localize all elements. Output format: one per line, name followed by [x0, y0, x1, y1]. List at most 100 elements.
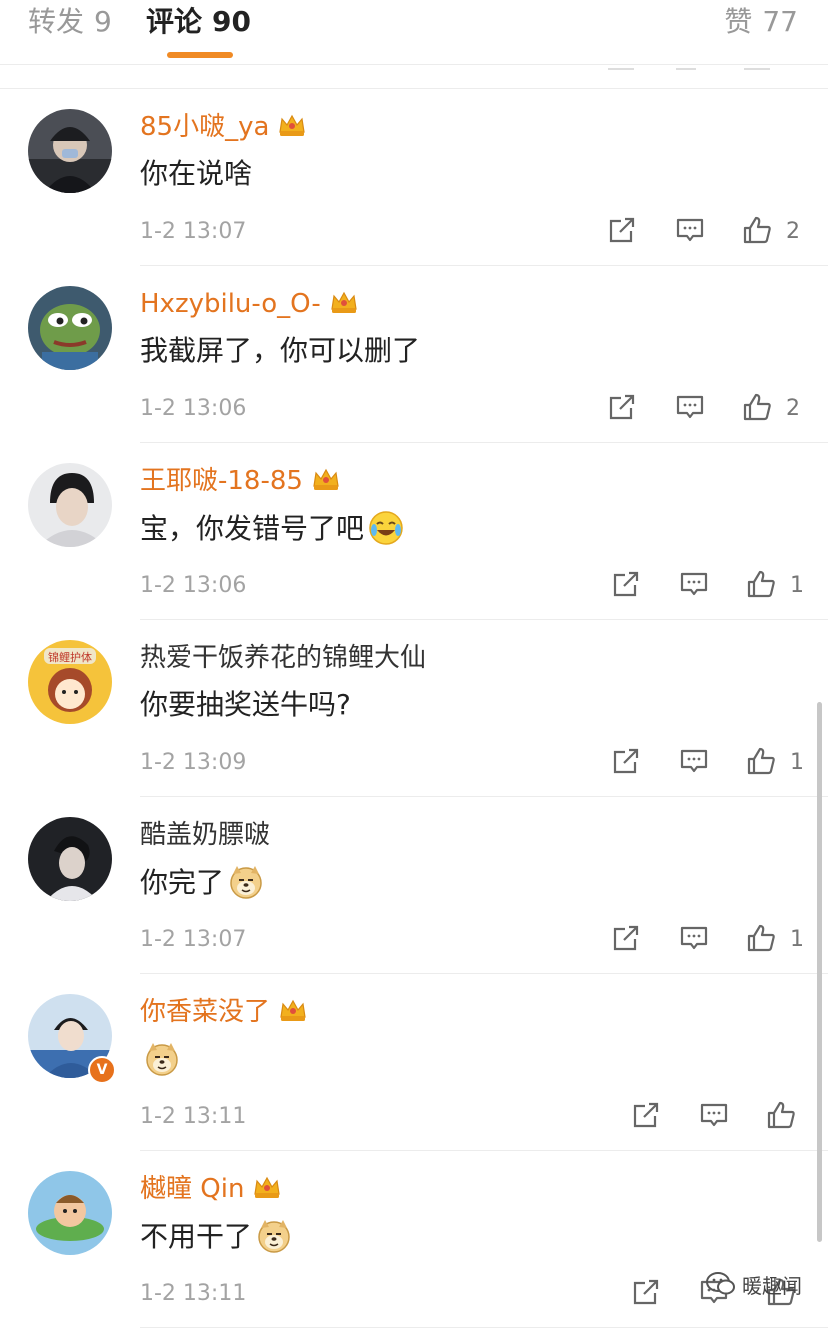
tab-like[interactable]: 赞 77	[724, 6, 798, 38]
like-icon[interactable]	[746, 923, 776, 953]
comment-item: 王耶啵-18-85 宝，你发错号了吧 1-2 13:06 1	[0, 443, 828, 620]
comment-text: 我截屏了，你可以删了	[140, 333, 420, 369]
previous-row-edge	[608, 62, 634, 70]
commenter-name-text: 樾瞳 Qin	[140, 1174, 245, 1204]
commenter-name[interactable]: 热爱干饭养花的锦鲤大仙	[140, 642, 426, 674]
comment-text: 你在说啥	[140, 156, 252, 192]
commenter-name[interactable]: 85小啵_ya	[140, 111, 307, 143]
comment-text: 你要抽奖送牛吗?	[140, 687, 351, 723]
avatar[interactable]	[28, 1171, 112, 1255]
share-icon[interactable]	[631, 1100, 661, 1130]
verified-badge: V	[88, 1056, 116, 1084]
tab-comment-label: 评论	[146, 5, 203, 38]
comment-text-content: 你完了	[140, 866, 225, 899]
comment-item: V 你香菜没了 1-2 13:11	[0, 974, 828, 1151]
commenter-name[interactable]: 你香菜没了	[140, 996, 308, 1028]
share-icon[interactable]	[607, 392, 637, 422]
doge-emoji	[146, 1043, 178, 1076]
active-tab-indicator	[167, 52, 233, 58]
comment-time: 1-2 13:07	[140, 927, 247, 952]
commenter-name-text: 你香菜没了	[140, 997, 271, 1027]
tab-bar: 转发 9 评论 90 赞 77	[0, 0, 828, 65]
avatar[interactable]	[28, 463, 112, 547]
watermark: 暖趣闻	[706, 1266, 802, 1302]
commenter-name[interactable]: 王耶啵-18-85	[140, 465, 341, 497]
comment-text	[140, 1041, 180, 1078]
tab-repost-count: 9	[94, 5, 112, 38]
share-icon[interactable]	[631, 1277, 661, 1307]
like-icon[interactable]	[746, 746, 776, 776]
share-icon[interactable]	[611, 923, 641, 953]
like-count: 1	[790, 573, 804, 598]
avatar-image	[28, 109, 112, 193]
reply-icon[interactable]	[679, 569, 709, 599]
like-count: 1	[790, 750, 804, 775]
commenter-name-text: 酷盖奶膘啵	[140, 820, 271, 850]
like-count: 2	[786, 219, 800, 244]
reply-icon[interactable]	[679, 923, 709, 953]
commenter-name[interactable]: 樾瞳 Qin	[140, 1173, 282, 1205]
like-icon[interactable]	[766, 1100, 796, 1130]
comment-time: 1-2 13:09	[140, 750, 247, 775]
member-crown-icon	[331, 291, 357, 313]
comment-item: 85小啵_ya 你在说啥 1-2 13:07 2	[0, 89, 828, 266]
like-count: 1	[790, 927, 804, 952]
comment-time: 1-2 13:06	[140, 573, 247, 598]
avatar-image	[28, 286, 112, 370]
comment-text-content: 宝，你发错号了吧	[140, 512, 365, 545]
laughing-tears-emoji	[369, 511, 403, 545]
commenter-name-text: Hxzybilu-o_O-	[140, 289, 321, 319]
reply-icon[interactable]	[675, 215, 705, 245]
comment-time: 1-2 13:11	[140, 1281, 247, 1306]
tab-like-count: 77	[762, 5, 798, 38]
comment-item: Hxzybilu-o_O- 我截屏了，你可以删了 1-2 13:06 2	[0, 266, 828, 443]
previous-row-edge	[676, 62, 696, 70]
member-crown-icon	[313, 468, 339, 490]
comment-text: 不用干了	[140, 1218, 292, 1255]
scrollbar[interactable]	[817, 702, 822, 1242]
member-crown-icon	[279, 114, 306, 136]
share-icon[interactable]	[611, 569, 641, 599]
like-icon[interactable]	[742, 392, 772, 422]
avatar[interactable]	[28, 286, 112, 370]
reply-icon[interactable]	[679, 746, 709, 776]
like-icon[interactable]	[746, 569, 776, 599]
comment-time: 1-2 13:11	[140, 1104, 247, 1129]
comment-text-content: 我截屏了，你可以删了	[140, 334, 421, 367]
avatar-caption: 锦鲤护体	[48, 650, 92, 664]
comment-item: 酷盖奶膘啵 你完了 1-2 13:07 1	[0, 797, 828, 974]
comment-item: 樾瞳 Qin 不用干了 1-2 13:11	[0, 1151, 828, 1328]
like-icon[interactable]	[742, 215, 772, 245]
doge-emoji	[230, 866, 262, 899]
reply-icon[interactable]	[699, 1100, 729, 1130]
avatar-image	[28, 463, 112, 547]
comment-text-content: 你要抽奖送牛吗?	[140, 688, 351, 721]
comment-time: 1-2 13:06	[140, 396, 247, 421]
tab-comment[interactable]: 评论 90	[146, 6, 251, 38]
share-icon[interactable]	[611, 746, 641, 776]
commenter-name-text: 王耶啵-18-85	[140, 466, 303, 496]
comment-text-content: 你在说啥	[140, 157, 253, 190]
previous-row-edge	[744, 62, 770, 70]
tab-repost[interactable]: 转发 9	[28, 6, 112, 38]
watermark-text: 暖趣闻	[742, 1273, 802, 1298]
commenter-name-text: 85小啵_ya	[140, 112, 270, 142]
tab-repost-label: 转发	[28, 5, 85, 38]
comment-item: 锦鲤护体 热爱干饭养花的锦鲤大仙 你要抽奖送牛吗? 1-2 13:09 1	[0, 620, 828, 797]
member-crown-icon	[280, 999, 306, 1021]
tab-comment-count: 90	[212, 5, 251, 38]
wechat-icon	[706, 1272, 735, 1295]
avatar[interactable]	[28, 817, 112, 901]
commenter-name[interactable]: Hxzybilu-o_O-	[140, 288, 359, 320]
reply-icon[interactable]	[675, 392, 705, 422]
member-crown-icon	[254, 1176, 281, 1198]
commenter-name-text: 热爱干饭养花的锦鲤大仙	[140, 643, 427, 673]
comment-text: 你完了	[140, 864, 264, 901]
share-icon[interactable]	[607, 215, 637, 245]
avatar[interactable]: 锦鲤护体	[28, 640, 112, 724]
avatar-image	[28, 1171, 112, 1255]
commenter-name[interactable]: 酷盖奶膘啵	[140, 819, 270, 851]
tab-like-label: 赞	[724, 5, 753, 38]
avatar-image	[28, 817, 112, 901]
avatar[interactable]	[28, 109, 112, 193]
